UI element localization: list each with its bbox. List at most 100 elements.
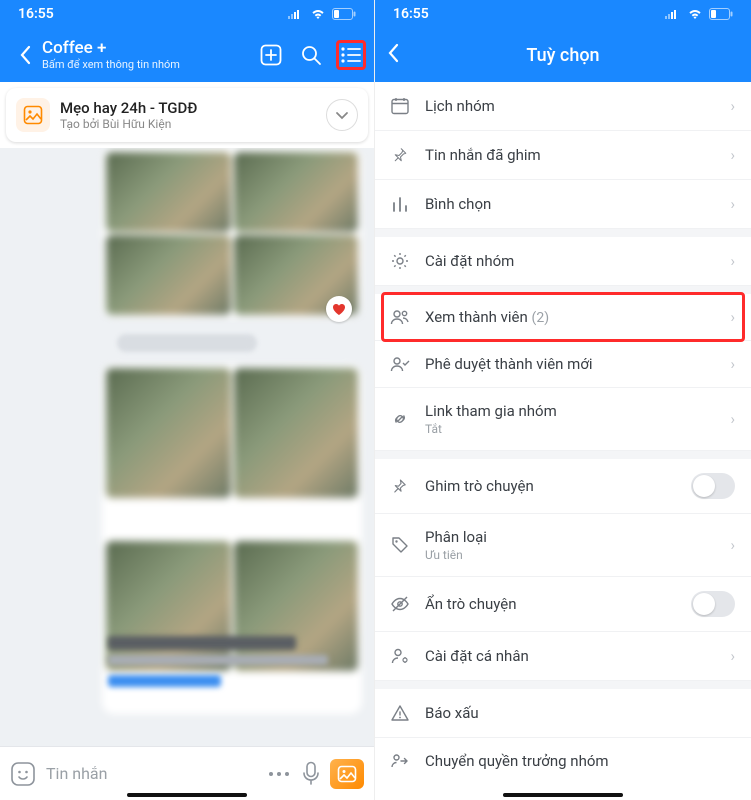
mic-icon [302, 761, 320, 787]
status-icons [665, 8, 733, 20]
option-label: Tin nhắn đã ghim [425, 146, 716, 164]
sticker-icon [10, 761, 36, 787]
chevron-right-icon: › [730, 536, 735, 554]
chat-title-block[interactable]: Coffee + Bấm để xem thông tin nhóm [38, 39, 256, 71]
option-report[interactable]: Báo xấu [375, 689, 751, 738]
calendar-icon [389, 96, 411, 116]
toggle-hide-chat[interactable] [691, 591, 735, 617]
ellipsis-icon [266, 770, 292, 778]
option-label: Báo xấu [425, 704, 735, 722]
option-group-settings[interactable]: Cài đặt nhóm › [375, 237, 751, 286]
option-label: Xem thành viên (2) [425, 308, 716, 326]
add-square-icon [260, 44, 282, 66]
options-list[interactable]: Lịch nhóm › Tin nhắn đã ghim › Bình chọn… [375, 82, 751, 800]
chevron-right-icon: › [730, 195, 735, 213]
option-label: Cài đặt cá nhân [425, 647, 716, 665]
user-gear-icon [389, 646, 411, 666]
chat-subtitle: Bấm để xem thông tin nhóm [42, 58, 256, 71]
status-bar: 16:55 [375, 0, 751, 28]
image-icon [337, 765, 357, 783]
pin-icon [389, 145, 411, 165]
option-members[interactable]: Xem thành viên (2) › [375, 294, 751, 341]
heart-icon [332, 303, 346, 316]
options-title: Tuỳ chọn [526, 45, 599, 66]
gear-icon [389, 251, 411, 271]
message-input-bar: Tin nhắn [0, 746, 374, 800]
option-label: Phê duyệt thành viên mới [425, 355, 716, 373]
signal-icon [665, 9, 681, 19]
option-label: Ghim trò chuyện [425, 477, 677, 495]
status-time: 16:55 [393, 6, 429, 22]
chat-screen: 16:55 Coffee + Bấm để xem thông tin nhóm [0, 0, 375, 800]
section-divider [375, 229, 751, 237]
option-label: Cài đặt nhóm [425, 252, 716, 270]
link-icon [389, 409, 411, 429]
chevron-right-icon: › [730, 146, 735, 164]
home-indicator[interactable] [127, 793, 247, 797]
chevron-right-icon: › [730, 308, 735, 326]
message-caption[interactable] [108, 636, 358, 687]
option-category[interactable]: Phân loại Ưu tiên › [375, 514, 751, 577]
poll-icon [389, 194, 411, 214]
pinned-text: Mẹo hay 24h - TGDĐ Tạo bởi Bùi Hữu Kiện [60, 99, 316, 131]
chevron-right-icon: › [730, 252, 735, 270]
option-label: Link tham gia nhóm Tắt [425, 402, 716, 436]
option-pin-chat[interactable]: Ghim trò chuyện [375, 459, 751, 514]
chevron-right-icon: › [730, 355, 735, 373]
signal-icon [288, 9, 304, 19]
option-poll[interactable]: Bình chọn › [375, 180, 751, 229]
option-pinned-messages[interactable]: Tin nhắn đã ghim › [375, 131, 751, 180]
section-divider [375, 681, 751, 689]
back-button[interactable] [12, 45, 38, 65]
option-approve-members[interactable]: Phê duyệt thành viên mới › [375, 341, 751, 388]
message-image-grid[interactable] [102, 148, 362, 318]
message-input[interactable]: Tin nhắn [46, 764, 256, 783]
transfer-icon [389, 752, 411, 770]
options-button[interactable] [336, 40, 366, 70]
status-icons [288, 8, 356, 20]
pin-icon [389, 476, 411, 496]
add-button[interactable] [256, 40, 286, 70]
reaction-heart[interactable] [326, 296, 352, 322]
option-transfer-owner[interactable]: Chuyển quyền trưởng nhóm [375, 738, 751, 784]
battery-icon [332, 8, 356, 20]
battery-icon [709, 8, 733, 20]
chevron-right-icon: › [730, 97, 735, 115]
eye-off-icon [389, 594, 411, 614]
pinned-subtitle: Tạo bởi Bùi Hữu Kiện [60, 117, 316, 131]
expand-button[interactable] [326, 99, 358, 131]
voice-button[interactable] [302, 761, 320, 787]
option-hide-chat[interactable]: Ẩn trò chuyện [375, 577, 751, 632]
toggle-pin-chat[interactable] [691, 473, 735, 499]
option-label: Lịch nhóm [425, 97, 716, 115]
pinned-card[interactable]: Mẹo hay 24h - TGDĐ Tạo bởi Bùi Hữu Kiện [6, 88, 368, 142]
chevron-down-icon [335, 111, 349, 120]
members-icon [389, 308, 411, 326]
option-personal-settings[interactable]: Cài đặt cá nhân › [375, 632, 751, 681]
search-icon [300, 44, 322, 66]
date-separator [117, 334, 257, 352]
wifi-icon [687, 8, 703, 20]
pinned-title: Mẹo hay 24h - TGDĐ [60, 99, 316, 117]
sticker-button[interactable] [10, 761, 36, 787]
option-calendar[interactable]: Lịch nhóm › [375, 82, 751, 131]
list-icon [340, 46, 362, 64]
approve-icon [389, 355, 411, 373]
warning-icon [389, 703, 411, 723]
option-label: Bình chọn [425, 195, 716, 213]
back-button[interactable] [387, 43, 399, 68]
wifi-icon [310, 8, 326, 20]
option-join-link[interactable]: Link tham gia nhóm Tắt › [375, 388, 751, 451]
more-button[interactable] [266, 770, 292, 778]
chat-body[interactable] [0, 148, 374, 746]
search-button[interactable] [296, 40, 326, 70]
chat-title: Coffee + [42, 39, 256, 58]
option-label: Phân loại Ưu tiên [425, 528, 716, 562]
tag-icon [389, 535, 411, 555]
home-indicator[interactable] [503, 793, 623, 797]
options-header: Tuỳ chọn [375, 28, 751, 82]
section-divider [375, 451, 751, 459]
gallery-button[interactable] [330, 759, 364, 789]
image-icon [16, 98, 50, 132]
chevron-left-icon [19, 45, 31, 65]
